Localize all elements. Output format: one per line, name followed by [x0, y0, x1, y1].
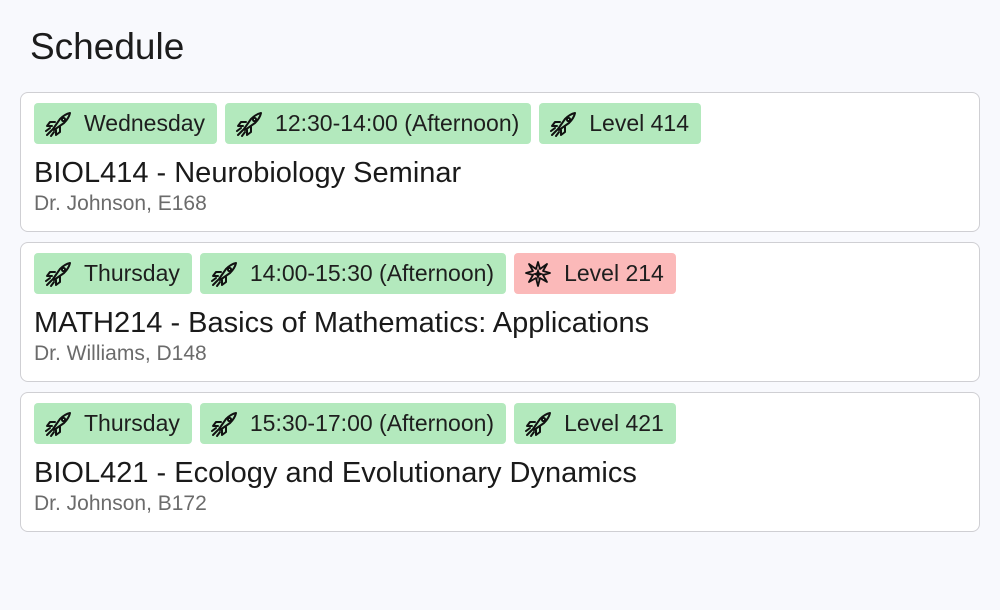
day-tag: Thursday [34, 253, 192, 294]
course-card[interactable]: Thursday 14:00-15:30 (Afternoon) Level 2… [20, 242, 980, 382]
course-instructor-room: Dr. Williams, D148 [34, 342, 207, 365]
course-title: BIOL421 - Ecology and Evolutionary Dynam… [34, 457, 637, 489]
course-title: BIOL414 - Neurobiology Seminar [34, 157, 462, 189]
day-label: Wednesday [84, 110, 206, 136]
rocket-icon [210, 410, 238, 438]
rocket-icon [524, 410, 552, 438]
time-tag: 15:30-17:00 (Afternoon) [199, 403, 507, 444]
level-label: Level 421 [564, 410, 664, 436]
level-tag: Level 414 [539, 103, 702, 144]
level-label: Level 214 [564, 260, 664, 286]
course-tags: Thursday 14:00-15:30 (Afternoon) Level 2… [34, 253, 966, 294]
day-label: Thursday [84, 260, 180, 286]
course-list: Wednesday 12:30-14:00 (Afternoon) Level … [20, 92, 980, 542]
rocket-icon [44, 410, 72, 438]
course-instructor-room: Dr. Johnson, B172 [34, 492, 207, 515]
rocket-icon [235, 110, 263, 138]
level-label: Level 414 [589, 110, 690, 136]
time-label: 14:00-15:30 (Afternoon) [249, 260, 495, 286]
rocket-icon [210, 260, 238, 288]
time-label: 12:30-14:00 (Afternoon) [275, 110, 520, 136]
schedule-page: Schedule Wednesday 12:30-14:00 (Afternoo… [0, 0, 1000, 542]
level-tag: Level 214 [514, 253, 676, 294]
course-title: MATH214 - Basics of Mathematics: Applica… [34, 307, 650, 339]
course-card[interactable]: Wednesday 12:30-14:00 (Afternoon) Level … [20, 92, 980, 232]
course-tags: Wednesday 12:30-14:00 (Afternoon) Level … [34, 103, 966, 144]
rocket-icon [549, 110, 577, 138]
rocket-icon [44, 260, 72, 288]
course-instructor-room: Dr. Johnson, E168 [34, 192, 207, 215]
day-tag: Thursday [34, 403, 192, 444]
day-tag: Wednesday [34, 103, 218, 144]
day-label: Thursday [84, 410, 180, 436]
time-tag: 12:30-14:00 (Afternoon) [225, 103, 532, 144]
collision-icon [524, 260, 552, 288]
time-label: 15:30-17:00 (Afternoon) [249, 410, 495, 436]
level-tag: Level 421 [514, 403, 676, 444]
time-tag: 14:00-15:30 (Afternoon) [199, 253, 507, 294]
rocket-icon [44, 110, 72, 138]
page-title: Schedule [30, 26, 185, 67]
course-tags: Thursday 15:30-17:00 (Afternoon) Level 4… [34, 403, 966, 444]
course-card[interactable]: Thursday 15:30-17:00 (Afternoon) Level 4… [20, 392, 980, 532]
